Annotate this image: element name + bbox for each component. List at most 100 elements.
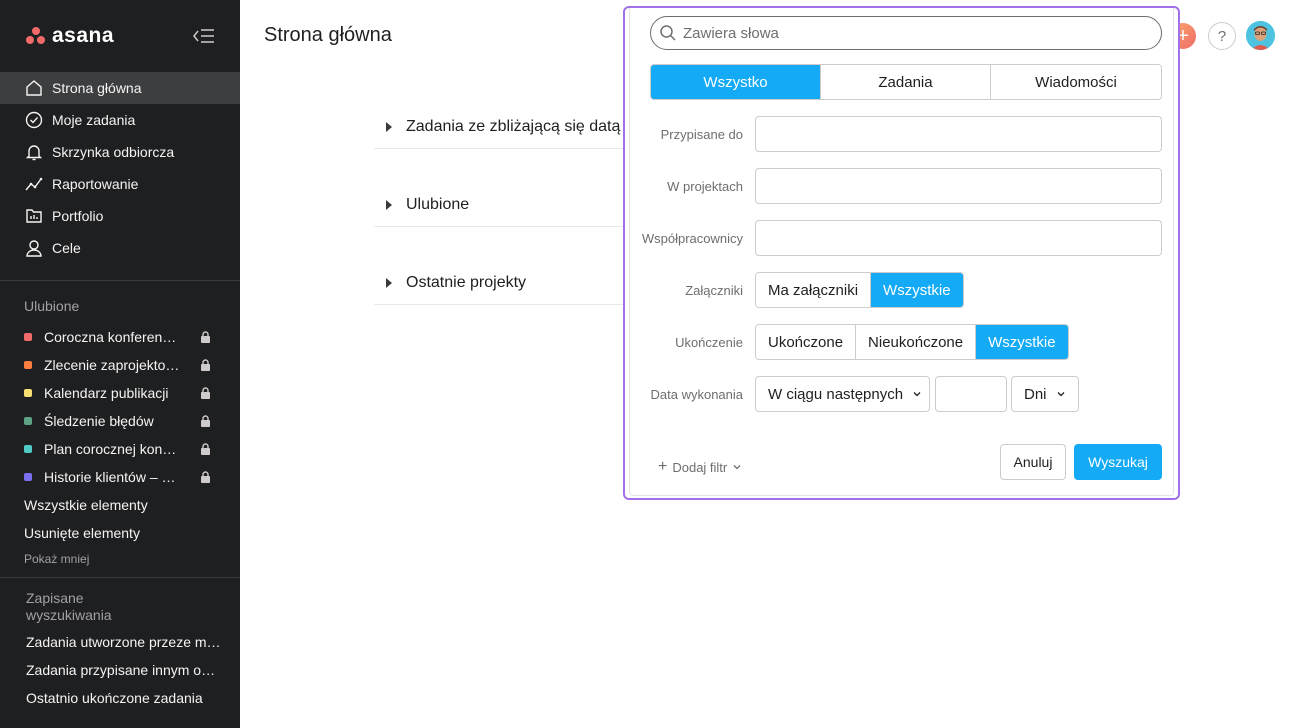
assigned-to-field[interactable] <box>755 116 1162 152</box>
attachments-label: Załączniki <box>685 283 743 298</box>
sidebar-divider <box>0 280 240 281</box>
advanced-search-panel: Wszystko Zadania Wiadomości Przypisane d… <box>629 8 1174 496</box>
assigned-to-label: Przypisane do <box>660 127 743 142</box>
favorite-item[interactable]: Kalendarz publikacji <box>0 379 240 407</box>
saved-search-label: Ostatnio ukończone zadania <box>26 690 203 706</box>
plus-icon: + <box>658 458 668 475</box>
attachments-all-option[interactable]: Wszystkie <box>871 273 963 307</box>
collapse-sidebar-icon[interactable] <box>192 26 216 46</box>
favorite-item[interactable]: Historie klientów – opinie <box>0 463 240 491</box>
saved-search-item[interactable]: Zadania utworzone przeze mnie <box>0 628 232 656</box>
due-count-input[interactable] <box>935 376 1007 412</box>
add-filter-label: Dodaj filtr <box>672 459 728 475</box>
favorite-item[interactable]: Zlecenie zaprojektowania <box>0 351 240 379</box>
section-label: Ostatnie projekty <box>406 273 527 291</box>
chevron-down-icon <box>1057 392 1064 397</box>
project-color-dot <box>24 417 32 425</box>
section-label: Zadania ze zbliżającą się datą <box>406 117 621 135</box>
favorite-label: Zlecenie zaprojektowania <box>44 357 180 373</box>
collaborators-field[interactable] <box>755 220 1162 256</box>
help-button[interactable]: ? <box>1208 22 1236 50</box>
sidebar-item-reporting[interactable]: Raportowanie <box>0 168 240 200</box>
all-items-link[interactable]: Wszystkie elementy <box>0 491 240 519</box>
avatar[interactable] <box>1246 21 1275 50</box>
favorite-label: Śledzenie błędów <box>44 413 154 429</box>
saved-search-item[interactable]: Ostatnio ukończone zadania <box>0 684 232 712</box>
search-box[interactable] <box>650 16 1162 50</box>
expand-triangle-icon <box>386 121 392 132</box>
expand-triangle-icon <box>386 277 392 288</box>
section-label: Ulubione <box>406 195 470 213</box>
tab-all[interactable]: Wszystko <box>651 65 821 99</box>
cancel-button[interactable]: Anuluj <box>1000 444 1066 480</box>
project-color-dot <box>24 361 32 369</box>
search-button[interactable]: Wyszukaj <box>1074 444 1162 480</box>
project-color-dot <box>24 445 32 453</box>
tab-tasks[interactable]: Zadania <box>821 65 991 99</box>
sidebar-item-inbox[interactable]: Skrzynka odbiorcza <box>0 136 240 168</box>
due-unit-value: Dni <box>1024 385 1047 403</box>
collaborators-label: Współpracownicy <box>641 231 743 246</box>
saved-searches-list: Zadania utworzone przeze mnie Zadania pr… <box>0 628 240 712</box>
logo-row: asana <box>0 0 240 72</box>
saved-search-label: Zadania utworzone przeze mnie <box>26 634 222 650</box>
lock-icon <box>201 443 210 455</box>
attachments-toggle: Ma załączniki Wszystkie <box>755 272 964 308</box>
saved-search-item[interactable]: Zadania przypisane innym osobom <box>0 656 232 684</box>
page-title: Strona główna <box>264 24 392 46</box>
due-range-value: W ciągu następnych <box>768 385 904 403</box>
sidebar: asana Strona główna Moje zadania Skrzynk… <box>0 0 240 728</box>
search-input[interactable] <box>683 24 1123 42</box>
project-color-dot <box>24 473 32 481</box>
lock-icon <box>201 387 210 399</box>
completion-not-done-option[interactable]: Nieukończone <box>856 325 977 359</box>
completion-label: Ukończenie <box>675 335 743 350</box>
completion-all-option[interactable]: Wszystkie <box>976 325 1068 359</box>
sidebar-item-label: Skrzynka odbiorcza <box>52 144 175 160</box>
chevron-down-icon <box>913 392 921 397</box>
question-icon: ? <box>1217 27 1227 45</box>
sidebar-divider <box>0 577 240 578</box>
check-circle-icon <box>25 111 43 129</box>
project-color-dot <box>24 389 32 397</box>
deleted-items-link[interactable]: Usunięte elementy <box>0 519 240 547</box>
person-icon <box>26 240 42 257</box>
due-unit-select[interactable]: Dni <box>1011 376 1079 412</box>
in-projects-label: W projektach <box>667 179 743 194</box>
favorites-title: Ulubione <box>24 298 80 314</box>
sidebar-item-portfolio[interactable]: Portfolio <box>0 200 240 232</box>
add-filter-button[interactable]: + Dodaj filtr <box>658 458 742 476</box>
advanced-search-popup: Wszystko Zadania Wiadomości Przypisane d… <box>623 6 1180 500</box>
lock-icon <box>201 359 210 371</box>
show-less-link[interactable]: Pokaż mniej <box>0 547 240 571</box>
lock-icon <box>201 331 210 343</box>
favorite-item[interactable]: Coroczna konferencja <box>0 323 240 351</box>
favorite-label: Coroczna konferencja <box>44 329 180 345</box>
sidebar-item-label: Cele <box>52 240 81 256</box>
favorite-label: Plan corocznej konferencji <box>44 441 180 457</box>
in-projects-field[interactable] <box>755 168 1162 204</box>
home-icon <box>26 80 42 96</box>
main-nav: Strona główna Moje zadania Skrzynka odbi… <box>0 72 240 264</box>
sidebar-item-my-tasks[interactable]: Moje zadania <box>0 104 240 136</box>
attachments-has-option[interactable]: Ma załączniki <box>756 273 872 307</box>
sidebar-item-goals[interactable]: Cele <box>0 232 240 264</box>
lock-icon <box>201 471 210 483</box>
sidebar-item-label: Strona główna <box>52 80 142 96</box>
sidebar-item-home[interactable]: Strona główna <box>0 72 240 104</box>
asana-logo-icon <box>26 27 46 45</box>
user-avatar-icon <box>1246 21 1275 50</box>
expand-triangle-icon <box>386 199 392 210</box>
favorite-label: Kalendarz publikacji <box>44 385 169 401</box>
project-color-dot <box>24 333 32 341</box>
search-type-tabs: Wszystko Zadania Wiadomości <box>650 64 1162 100</box>
bell-icon <box>25 145 43 161</box>
completion-done-option[interactable]: Ukończone <box>756 325 857 359</box>
tab-messages[interactable]: Wiadomości <box>991 65 1161 99</box>
due-range-select[interactable]: W ciągu następnych <box>755 376 930 412</box>
lock-icon <box>201 415 210 427</box>
favorite-label: Historie klientów – opinie <box>44 469 180 485</box>
favorite-item[interactable]: Śledzenie błędów <box>0 407 240 435</box>
favorite-item[interactable]: Plan corocznej konferencji <box>0 435 240 463</box>
search-icon <box>660 25 676 41</box>
